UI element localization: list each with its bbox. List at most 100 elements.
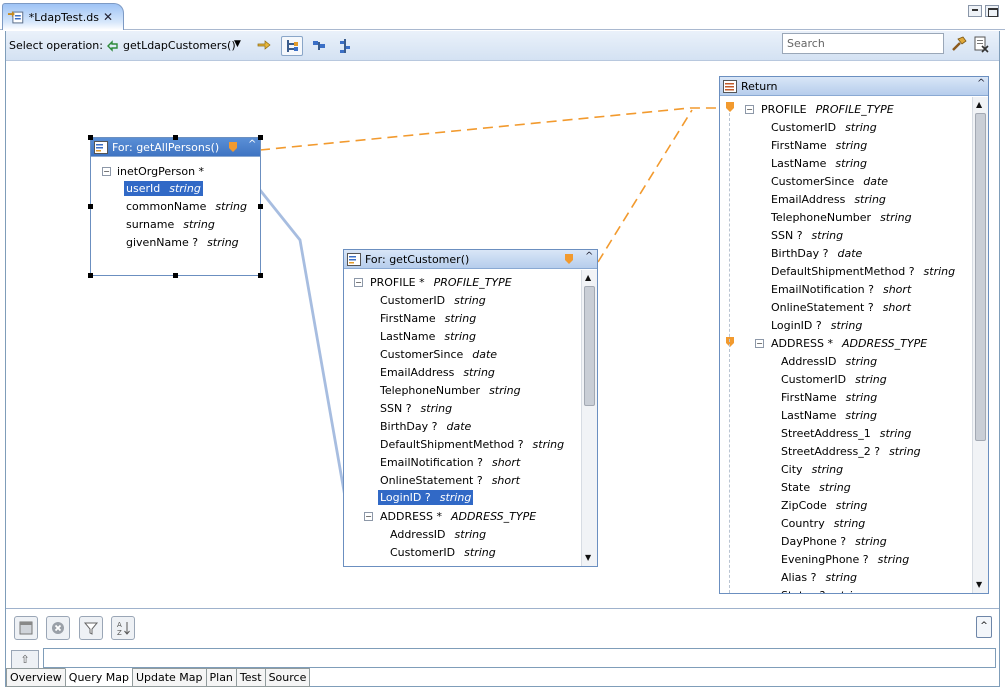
- panel-header[interactable]: For: getAllPersons() ^: [91, 138, 260, 157]
- tree-field[interactable]: Status ? string: [781, 586, 866, 594]
- resize-handle[interactable]: [173, 135, 178, 140]
- search-input[interactable]: [782, 33, 944, 54]
- tree-field-userid[interactable]: userId string: [124, 181, 203, 196]
- tab-source[interactable]: Source: [264, 668, 311, 687]
- expression-field[interactable]: [43, 648, 996, 668]
- tree-field[interactable]: BirthDay ? date: [771, 244, 862, 262]
- tree-field[interactable]: AddressID string: [390, 525, 486, 543]
- tree-field[interactable]: EmailNotification ? short: [771, 280, 911, 298]
- tree-field[interactable]: StreetAddress_2 ? string: [781, 442, 921, 460]
- up-arrow-button[interactable]: ⇧: [11, 650, 39, 670]
- tree-field[interactable]: FirstName string: [781, 388, 877, 406]
- scroll-up-icon[interactable]: ▲: [585, 273, 591, 282]
- tree-field[interactable]: DefaultShipmentMethod ? string: [771, 262, 955, 280]
- panel-header[interactable]: Return ^: [720, 77, 988, 96]
- tree-expander[interactable]: −: [755, 339, 764, 348]
- tree-root[interactable]: inetOrgPerson *: [117, 162, 213, 180]
- tree-field[interactable]: TelephoneNumber string: [380, 381, 521, 399]
- vertical-scrollbar[interactable]: ▲ ▼: [581, 270, 597, 566]
- resize-handle[interactable]: [258, 273, 263, 278]
- collapse-icon[interactable]: ^: [248, 139, 256, 150]
- collapse-icon[interactable]: ^: [977, 78, 985, 89]
- tree-field[interactable]: FirstName string: [771, 136, 867, 154]
- tree-field[interactable]: TelephoneNumber string: [771, 208, 912, 226]
- panel-header[interactable]: For: getCustomer() ^: [344, 250, 597, 269]
- tree-root[interactable]: PROFILE PROFILE_TYPE: [761, 100, 894, 118]
- resize-handle[interactable]: [258, 204, 263, 209]
- operation-select[interactable]: getLdapCustomers(): [123, 39, 236, 52]
- tab-overview[interactable]: Overview: [6, 668, 65, 687]
- vertical-scrollbar[interactable]: ▲ ▼: [972, 97, 988, 593]
- tree-field[interactable]: BirthDay ? date: [380, 417, 471, 435]
- tab-update-map[interactable]: Update Map: [131, 668, 206, 687]
- scroll-down-icon[interactable]: ▼: [585, 553, 591, 562]
- tree-field[interactable]: DefaultShipmentMethod ? string: [380, 435, 564, 453]
- maximize-button[interactable]: [985, 5, 999, 17]
- tree-field[interactable]: LastName string: [380, 327, 476, 345]
- editor-tab[interactable]: *LdapTest.ds ✕: [2, 3, 124, 30]
- tab-test[interactable]: Test: [235, 668, 265, 687]
- tree-field[interactable]: DayPhone ? string: [781, 532, 887, 550]
- tree-field[interactable]: CustomerSince date: [771, 172, 888, 190]
- resize-handle[interactable]: [88, 135, 93, 140]
- tree-subnode[interactable]: ADDRESS * ADDRESS_TYPE: [380, 507, 536, 525]
- minimize-button[interactable]: [968, 5, 982, 17]
- tree-field[interactable]: EmailNotification ? short: [380, 453, 520, 471]
- tree-field[interactable]: CustomerID string: [390, 543, 496, 561]
- scroll-thumb[interactable]: [975, 113, 986, 441]
- tree-field[interactable]: Alias ? string: [781, 568, 857, 586]
- panel-get-all-persons[interactable]: For: getAllPersons() ^ − inetOrgPerson *…: [88, 135, 263, 278]
- layout-tree-button[interactable]: [281, 36, 303, 56]
- tree-field[interactable]: CustomerID string: [771, 118, 877, 136]
- tree-field[interactable]: EveningPhone ? string: [781, 550, 909, 568]
- tree-field[interactable]: EmailAddress string: [380, 363, 495, 381]
- tree-field[interactable]: State string: [781, 478, 851, 496]
- tree-field[interactable]: City string: [781, 460, 843, 478]
- tree-field[interactable]: AddressID string: [781, 352, 877, 370]
- build-hammer-icon[interactable]: [950, 35, 968, 53]
- tree-field[interactable]: CustomerID string: [781, 370, 887, 388]
- tree-expander[interactable]: −: [102, 167, 111, 176]
- tree-field[interactable]: OnlineStatement ? short: [771, 298, 911, 316]
- tree-field[interactable]: ZipCode string: [781, 496, 867, 514]
- close-icon[interactable]: ✕: [103, 10, 113, 24]
- tree-root[interactable]: PROFILE * PROFILE_TYPE: [370, 273, 512, 291]
- clear-results-icon[interactable]: [972, 35, 990, 53]
- panel-get-customer[interactable]: For: getCustomer() ^ − PROFILE * PROFILE_T…: [343, 249, 598, 567]
- tree-field[interactable]: CustomerID string: [380, 291, 486, 309]
- tree-field[interactable]: LastName string: [771, 154, 867, 172]
- sort-button[interactable]: AZ: [111, 616, 135, 640]
- view-button[interactable]: [14, 616, 38, 640]
- expand-panel-button[interactable]: ^: [976, 616, 992, 638]
- tree-field[interactable]: Country string: [781, 514, 865, 532]
- resize-handle[interactable]: [88, 204, 93, 209]
- tree-expander[interactable]: −: [364, 512, 373, 521]
- remove-button[interactable]: [46, 616, 70, 640]
- tree-field[interactable]: commonName string: [126, 197, 247, 215]
- tree-field[interactable]: CustomerSince date: [380, 345, 497, 363]
- tree-field[interactable]: LastName string: [781, 406, 877, 424]
- tree-field[interactable]: StreetAddress_1 string: [781, 424, 911, 442]
- tree-expander[interactable]: −: [745, 105, 754, 114]
- tree-subnode[interactable]: ADDRESS * ADDRESS_TYPE: [771, 334, 927, 352]
- resize-handle[interactable]: [173, 273, 178, 278]
- layout-horizontal-button[interactable]: [308, 36, 330, 56]
- tree-field[interactable]: FirstName string: [380, 309, 476, 327]
- tab-query-map[interactable]: Query Map: [64, 668, 132, 687]
- tree-field[interactable]: EmailAddress string: [771, 190, 886, 208]
- tree-field[interactable]: givenName ? string: [126, 233, 239, 251]
- tree-field[interactable]: SSN ? string: [380, 399, 452, 417]
- tree-field[interactable]: SSN ? string: [771, 226, 843, 244]
- tree-field-loginid[interactable]: LoginID ? string: [378, 490, 474, 505]
- filter-button[interactable]: [79, 616, 103, 640]
- collapse-icon[interactable]: ^: [585, 251, 593, 262]
- panel-return[interactable]: Return ^ − PROFILE PROFILE_TYPE CustomerID s…: [719, 76, 989, 594]
- tree-field[interactable]: LoginID ? string: [771, 316, 862, 334]
- chevron-down-icon[interactable]: ▼: [234, 39, 241, 49]
- tree-expander[interactable]: −: [354, 278, 363, 287]
- tab-plan[interactable]: Plan: [205, 668, 236, 687]
- scroll-down-icon[interactable]: ▼: [976, 580, 982, 589]
- tree-field[interactable]: surname string: [126, 215, 215, 233]
- layout-vertical-button[interactable]: [334, 36, 356, 56]
- scroll-thumb[interactable]: [584, 286, 595, 406]
